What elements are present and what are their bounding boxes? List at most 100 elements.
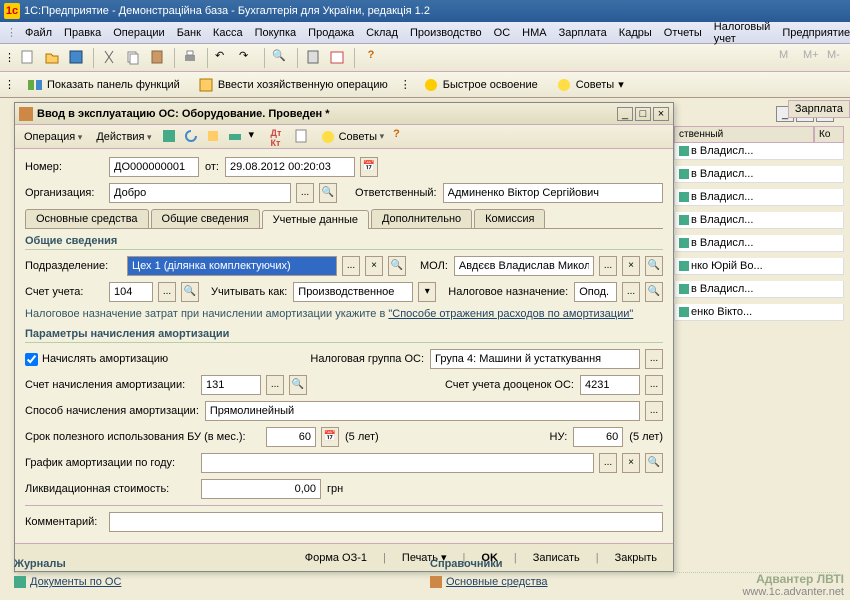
report-icon[interactable] [293, 128, 311, 146]
print-icon[interactable] [181, 48, 201, 68]
account-input[interactable] [109, 282, 153, 302]
tab-commission[interactable]: Комиссия [474, 209, 545, 228]
method-select-button[interactable]: ... [645, 401, 663, 421]
useful-life-nu-input[interactable] [573, 427, 623, 447]
tab-additional[interactable]: Дополнительно [371, 209, 472, 228]
menu-reports[interactable]: Отчеты [658, 27, 708, 39]
find-icon[interactable]: 🔍 [271, 48, 291, 68]
bg-list-row[interactable]: енко Вікто... [674, 304, 844, 321]
menu-sale[interactable]: Продажа [302, 27, 360, 39]
mol-search-button[interactable]: 🔍 [645, 256, 663, 276]
method-input[interactable] [205, 401, 640, 421]
bg-list-row[interactable]: в Владисл... [674, 189, 844, 206]
tax-purpose-select-button[interactable]: ... [622, 282, 640, 302]
responsible-input[interactable] [443, 183, 663, 203]
schedule-select-button[interactable]: ... [599, 453, 617, 473]
division-search-button[interactable]: 🔍 [388, 256, 406, 276]
quick-learn-button[interactable]: Быстрое освоение [417, 75, 544, 95]
dialog-minimize-button[interactable]: _ [617, 107, 633, 121]
amort-account-input[interactable] [201, 375, 261, 395]
date-input[interactable] [225, 157, 355, 177]
bg-col-ko[interactable]: Ко [814, 126, 844, 143]
dt-kt-icon[interactable]: ДтКт [271, 128, 289, 146]
post-icon[interactable] [161, 128, 179, 146]
menu-enterprise[interactable]: Предприятие [776, 27, 850, 39]
new-icon[interactable] [19, 48, 39, 68]
reval-account-input[interactable] [580, 375, 640, 395]
dialog-close-button[interactable]: × [653, 107, 669, 121]
refresh-icon[interactable] [183, 128, 201, 146]
consider-dropdown-button[interactable]: ▾ [418, 282, 436, 302]
mol-select-button[interactable]: ... [599, 256, 617, 276]
account-search-button[interactable]: 🔍 [181, 282, 199, 302]
help-icon[interactable]: ? [393, 128, 411, 146]
reval-account-select-button[interactable]: ... [645, 375, 663, 395]
menu-nma[interactable]: НМА [516, 27, 552, 39]
menu-file[interactable]: Файл [19, 27, 58, 39]
tax-purpose-search-button[interactable]: 🔍 [645, 282, 663, 302]
struct-icon[interactable]: ▾ [249, 128, 267, 146]
amort-account-search-button[interactable]: 🔍 [289, 375, 307, 395]
bg-list-row[interactable]: в Владисл... [674, 235, 844, 252]
save-icon[interactable] [67, 48, 87, 68]
open-icon[interactable] [43, 48, 63, 68]
menu-edit[interactable]: Правка [58, 27, 107, 39]
mol-input[interactable] [454, 256, 594, 276]
tax-group-input[interactable] [430, 349, 640, 369]
dialog-maximize-button[interactable]: □ [635, 107, 651, 121]
menu-purchase[interactable]: Покупка [249, 27, 303, 39]
copy-icon[interactable] [124, 48, 144, 68]
bg-list-row[interactable]: в Владисл... [674, 143, 844, 160]
bg-list-row[interactable]: в Владисл... [674, 212, 844, 229]
division-input[interactable] [127, 256, 337, 276]
org-select-button[interactable]: ... [296, 183, 314, 203]
account-select-button[interactable]: ... [158, 282, 176, 302]
amort-account-select-button[interactable]: ... [266, 375, 284, 395]
schedule-input[interactable] [201, 453, 594, 473]
number-input[interactable] [109, 157, 199, 177]
life-bu-calc-button[interactable]: 📅 [321, 427, 339, 447]
menu-kassa[interactable]: Касса [207, 27, 249, 39]
operation-dropdown[interactable]: Операция [19, 128, 87, 146]
mol-clear-button[interactable]: × [622, 256, 640, 276]
org-search-button[interactable]: 🔍 [319, 183, 337, 203]
calendar-icon[interactable] [328, 48, 348, 68]
copy-doc-icon[interactable] [205, 128, 223, 146]
actions-dropdown[interactable]: Действия [91, 128, 156, 146]
cut-icon[interactable] [100, 48, 120, 68]
amort-note-link[interactable]: "Способе отражения расходов по амортизац… [388, 308, 633, 320]
side-tab-salary[interactable]: Зарплата [788, 100, 850, 118]
schedule-clear-button[interactable]: × [622, 453, 640, 473]
tab-accounting[interactable]: Учетные данные [262, 210, 369, 229]
liquidation-input[interactable] [201, 479, 321, 499]
tab-general[interactable]: Общие сведения [151, 209, 260, 228]
bg-list-row[interactable]: в Владисл... [674, 166, 844, 183]
menu-hr[interactable]: Кадры [613, 27, 658, 39]
tab-main-assets[interactable]: Основные средства [25, 209, 149, 228]
division-select-button[interactable]: ... [342, 256, 360, 276]
bg-list-row[interactable]: в Владисл... [674, 281, 844, 298]
m-icon[interactable]: M [778, 48, 798, 68]
based-on-icon[interactable] [227, 128, 245, 146]
bg-list-row[interactable]: нко Юрій Во... [674, 258, 844, 275]
schedule-search-button[interactable]: 🔍 [645, 453, 663, 473]
menu-production[interactable]: Производство [404, 27, 488, 39]
redo-icon[interactable]: ↷ [238, 48, 258, 68]
consider-select[interactable] [293, 282, 413, 302]
menu-bank[interactable]: Банк [171, 27, 207, 39]
menu-tax[interactable]: Налоговый учет [708, 21, 777, 45]
tax-purpose-input[interactable] [574, 282, 617, 302]
help-icon[interactable]: ? [361, 48, 381, 68]
date-picker-button[interactable]: 📅 [360, 157, 378, 177]
calc-amort-checkbox[interactable]: Начислять амортизацию [25, 353, 168, 366]
undo-icon[interactable]: ↶ [214, 48, 234, 68]
menu-operations[interactable]: Операции [107, 27, 170, 39]
enter-operation-button[interactable]: Ввести хозяйственную операцию [192, 75, 394, 95]
m-plus-icon[interactable]: M+ [802, 48, 822, 68]
tax-group-select-button[interactable]: ... [645, 349, 663, 369]
org-input[interactable] [109, 183, 291, 203]
comment-input[interactable] [109, 512, 663, 532]
division-clear-button[interactable]: × [365, 256, 383, 276]
menu-salary[interactable]: Зарплата [553, 27, 613, 39]
menu-os[interactable]: ОС [488, 27, 517, 39]
